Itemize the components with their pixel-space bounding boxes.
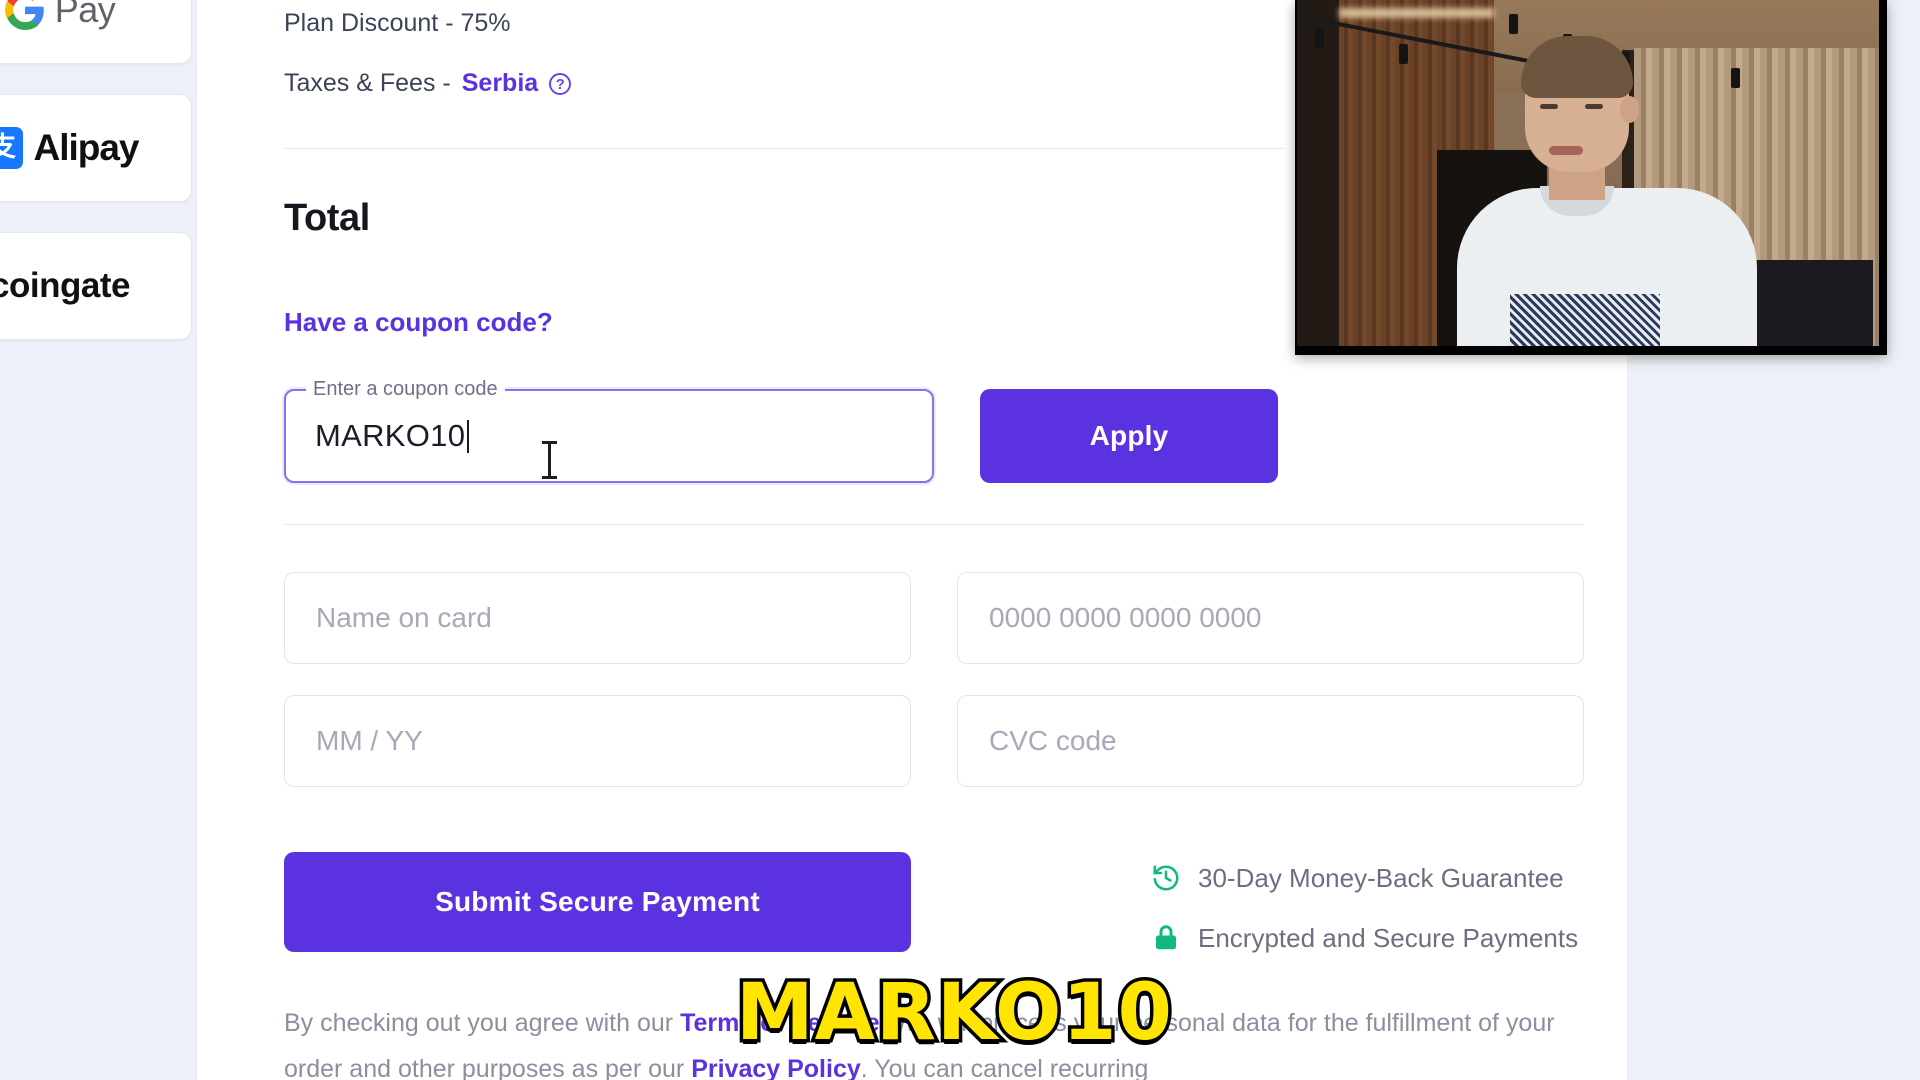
- trust-badge-money-back-label: 30-Day Money-Back Guarantee: [1198, 862, 1564, 893]
- card-details-form: Name on card 0000 0000 0000 0000 MM / YY…: [284, 572, 1584, 787]
- caption-overlay-text: MARKO10: [733, 965, 1176, 1062]
- payment-method-google-pay[interactable]: Pay: [0, 0, 192, 64]
- card-number-placeholder: 0000 0000 0000 0000: [989, 602, 1262, 633]
- coupon-input-legend: Enter a coupon code: [306, 378, 505, 401]
- coupon-input-value-wrap: MARKO10: [315, 418, 470, 454]
- coingate-label: coingate: [0, 266, 130, 305]
- text-caret: [467, 419, 470, 453]
- wood-panel-light-strip: [1339, 8, 1494, 18]
- google-g-icon: [4, 0, 44, 30]
- ceiling-spotlight: [1315, 28, 1324, 48]
- alipay-label: Alipay: [33, 127, 139, 168]
- submit-secure-payment-button[interactable]: Submit Secure Payment: [284, 852, 911, 952]
- coupon-row: Enter a coupon code MARKO10 Apply: [284, 378, 1278, 483]
- coupon-input[interactable]: Enter a coupon code MARKO10: [284, 378, 934, 483]
- taxes-and-fees-line: Taxes & Fees - Serbia ?: [284, 69, 572, 98]
- help-circle-icon[interactable]: ?: [549, 72, 572, 95]
- legal-part-3: . You can cancel recurring: [860, 1055, 1149, 1080]
- coupon-input-value: MARKO10: [315, 418, 466, 453]
- trust-badges: 30-Day Money-Back Guarantee Encrypted an…: [1151, 848, 1578, 968]
- clock-history-icon: [1153, 865, 1179, 891]
- person-eye-left: [1540, 104, 1558, 109]
- checkout-screen: Pay 支 Alipay coingate Plan Discount - 75…: [0, 0, 1920, 1080]
- plan-discount-line: Plan Discount - 75%: [284, 9, 511, 37]
- ceiling-spotlight: [1399, 44, 1408, 64]
- payment-method-coingate[interactable]: coingate: [0, 232, 192, 340]
- coupon-divider: [284, 524, 1584, 525]
- alipay-logo: 支 Alipay: [0, 127, 140, 169]
- taxes-country-link[interactable]: Serbia: [462, 69, 538, 98]
- webcam-overlay: [1295, 0, 1887, 355]
- google-pay-logo: Pay: [4, 0, 116, 31]
- ceiling-spotlight: [1731, 68, 1740, 88]
- name-on-card-placeholder: Name on card: [316, 602, 492, 633]
- summary-divider: [284, 148, 1284, 149]
- trust-badge-encrypted-label: Encrypted and Secure Payments: [1198, 922, 1579, 953]
- trust-badge-money-back: 30-Day Money-Back Guarantee: [1151, 848, 1578, 908]
- google-pay-label: Pay: [54, 0, 116, 30]
- privacy-policy-link[interactable]: Privacy Policy: [691, 1055, 861, 1080]
- card-number-field[interactable]: 0000 0000 0000 0000: [957, 572, 1584, 664]
- total-heading: Total: [284, 197, 370, 239]
- taxes-and-fees-label: Taxes & Fees -: [284, 69, 451, 97]
- person-mouth: [1549, 146, 1583, 155]
- cvc-placeholder: CVC code: [989, 725, 1117, 756]
- trust-badge-encrypted: Encrypted and Secure Payments: [1151, 908, 1578, 968]
- cvc-field[interactable]: CVC code: [957, 695, 1584, 787]
- dark-left-wall: [1297, 0, 1341, 346]
- expiry-field[interactable]: MM / YY: [284, 695, 911, 787]
- payment-methods-sidebar: Pay 支 Alipay coingate: [0, 0, 196, 1080]
- alipay-mark-icon: 支: [0, 127, 24, 169]
- mouse-ibeam-cursor: [542, 441, 557, 479]
- apply-coupon-button[interactable]: Apply: [980, 389, 1278, 483]
- have-coupon-code-link[interactable]: Have a coupon code?: [284, 307, 553, 338]
- legal-part-1: By checking out you agree with our: [284, 1009, 681, 1037]
- expiry-placeholder: MM / YY: [316, 725, 423, 756]
- person-ear: [1620, 96, 1639, 123]
- lock-icon: [1156, 925, 1176, 950]
- webcam-frame: [1297, 0, 1879, 346]
- person-eye-right: [1585, 104, 1603, 109]
- shirt-graphic-print: [1510, 294, 1660, 346]
- payment-method-alipay[interactable]: 支 Alipay: [0, 94, 192, 202]
- name-on-card-field[interactable]: Name on card: [284, 572, 911, 664]
- ceiling-spotlight: [1509, 14, 1518, 34]
